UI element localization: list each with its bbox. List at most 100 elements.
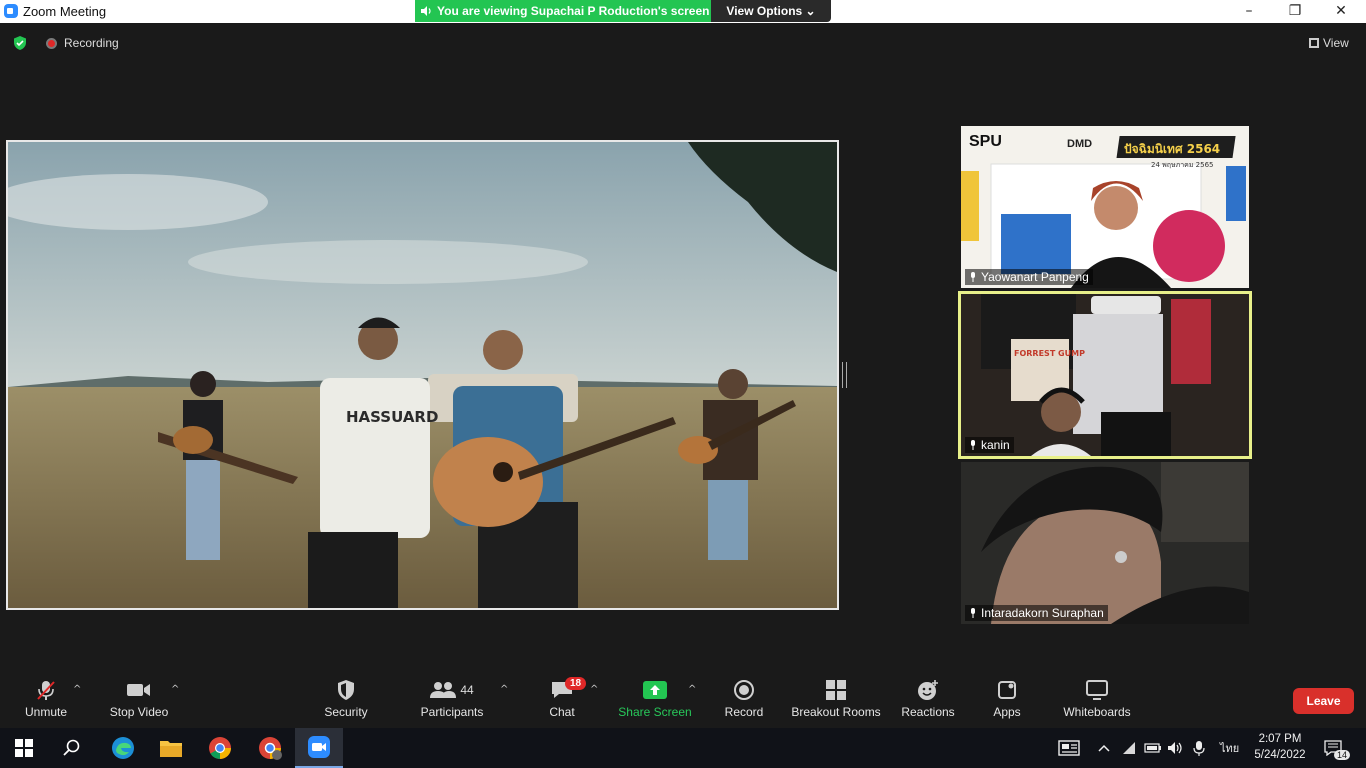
view-grid-icon xyxy=(1309,38,1319,48)
chat-label: Chat xyxy=(549,705,575,719)
folder-icon xyxy=(160,741,182,757)
chat-button[interactable]: 18 Chat xyxy=(537,675,587,728)
chrome-browser-icon xyxy=(209,737,231,759)
view-options-button[interactable]: View Options ⌄ xyxy=(711,0,831,22)
share-screen-label: Share Screen xyxy=(618,705,692,719)
apps-label: Apps xyxy=(993,705,1021,719)
participants-count: 44 xyxy=(460,683,474,697)
windows-logo-icon xyxy=(15,739,33,757)
video-options-caret[interactable]: ^ xyxy=(171,684,179,695)
input-language[interactable]: ไทย xyxy=(1220,728,1239,768)
unmute-label: Unmute xyxy=(24,705,68,719)
start-button[interactable] xyxy=(0,728,48,768)
taskbar-clock[interactable]: 2:07 PM 5/24/2022 xyxy=(1252,731,1308,763)
taskbar-zoom[interactable] xyxy=(295,728,343,768)
microphone-in-use-icon[interactable] xyxy=(1193,728,1205,768)
mic-icon xyxy=(971,608,975,618)
encryption-shield-icon[interactable] xyxy=(12,35,28,51)
shared-video-frame: HASSUARD xyxy=(8,142,837,608)
news-widget-icon[interactable] xyxy=(1058,728,1080,768)
meeting-toolbar: Unmute ^ Stop Video ^ Security 44 Partic… xyxy=(0,675,1366,728)
unmute-button[interactable]: Unmute xyxy=(16,675,76,728)
taskbar-chrome[interactable] xyxy=(196,728,244,768)
zoom-app-icon xyxy=(4,4,18,18)
taskbar-search-button[interactable] xyxy=(48,728,96,768)
taskbar-file-explorer[interactable] xyxy=(147,728,195,768)
edge-browser-icon xyxy=(112,737,134,759)
whiteboards-label: Whiteboards xyxy=(1063,705,1131,719)
security-button[interactable]: Security xyxy=(316,675,376,728)
record-icon xyxy=(734,680,754,700)
volume-icon[interactable] xyxy=(1167,728,1183,768)
stop-video-button[interactable]: Stop Video xyxy=(104,675,174,728)
panel-resize-handle[interactable] xyxy=(842,362,847,388)
breakout-rooms-label: Breakout Rooms xyxy=(791,705,881,719)
close-button[interactable]: ✕ xyxy=(1318,0,1364,23)
leave-meeting-button[interactable]: Leave xyxy=(1293,688,1354,714)
speaker-volume-icon xyxy=(1168,742,1182,754)
shared-screen-view[interactable]: HASSUARD xyxy=(6,140,839,610)
poster-text: FORREST GUMP xyxy=(1014,349,1085,358)
taskbar-chrome-profile[interactable] xyxy=(246,728,294,768)
reactions-button[interactable]: Reactions xyxy=(898,675,958,728)
whiteboards-button[interactable]: Whiteboards xyxy=(1058,675,1136,728)
participant-name: kanin xyxy=(981,438,1010,452)
participant-tile-active-speaker[interactable]: FORREST GUMP kanin xyxy=(958,291,1252,459)
participant-name: Yaowanart Panpeng xyxy=(981,270,1089,284)
clock-time: 2:07 PM xyxy=(1258,733,1302,745)
participant-video xyxy=(961,462,1249,624)
search-icon xyxy=(63,739,80,756)
share-screen-button[interactable]: Share Screen xyxy=(616,675,694,728)
security-shield-icon xyxy=(338,680,354,700)
clock-date: 5/24/2022 xyxy=(1254,749,1306,761)
participants-button[interactable]: 44 Participants xyxy=(416,675,488,728)
breakout-rooms-icon xyxy=(826,680,846,700)
notification-center-button[interactable]: 14 xyxy=(1324,728,1351,768)
chat-options-caret[interactable]: ^ xyxy=(590,684,598,695)
banner-text: You are viewing Supachai P Roduction's s… xyxy=(437,4,710,18)
participant-tile[interactable]: SPU DMD ปัจฉิมนิเทศ 2564 24 พฤษภาคม 2565… xyxy=(961,126,1249,288)
mic-icon xyxy=(971,440,975,450)
speaker-icon xyxy=(421,6,431,16)
brand-spu: SPU xyxy=(969,133,1002,150)
microphone-icon xyxy=(1193,741,1205,756)
battery-plug-icon xyxy=(1144,743,1161,753)
participant-tile[interactable]: Intaradakorn Suraphan xyxy=(961,462,1249,624)
apps-icon xyxy=(998,681,1016,699)
windows-taskbar: ไทย 2:07 PM 5/24/2022 14 xyxy=(0,728,1366,768)
reactions-label: Reactions xyxy=(901,705,955,719)
participant-name-tag: Intaradakorn Suraphan xyxy=(965,605,1108,621)
muted-mic-icon xyxy=(37,681,55,700)
news-icon xyxy=(1058,740,1080,756)
participants-options-caret[interactable]: ^ xyxy=(500,684,508,695)
zoom-meeting-window: Zoom Meeting You are viewing Supachai P … xyxy=(0,0,1366,768)
network-icon[interactable] xyxy=(1122,728,1138,768)
chevron-up-icon xyxy=(1098,744,1110,752)
participant-name-tag: Yaowanart Panpeng xyxy=(965,269,1093,285)
share-options-caret[interactable]: ^ xyxy=(688,684,696,695)
chrome-profile-icon xyxy=(259,737,282,760)
brand-dmd: DMD xyxy=(1067,138,1092,150)
stop-video-label: Stop Video xyxy=(109,705,169,719)
wifi-icon xyxy=(1123,742,1135,754)
audio-options-caret[interactable]: ^ xyxy=(73,684,81,695)
taskbar-edge[interactable] xyxy=(99,728,147,768)
zoom-app-icon xyxy=(308,736,330,758)
notification-count-badge: 14 xyxy=(1334,750,1351,760)
title-bar: Zoom Meeting You are viewing Supachai P … xyxy=(0,0,1366,23)
record-label: Record xyxy=(724,705,764,719)
show-hidden-icons-chevron[interactable] xyxy=(1098,728,1110,768)
record-button[interactable]: Record xyxy=(719,675,769,728)
event-date: 24 พฤษภาคม 2565 xyxy=(1151,161,1213,169)
window-title: Zoom Meeting xyxy=(23,4,107,19)
breakout-rooms-button[interactable]: Breakout Rooms xyxy=(791,675,881,728)
recording-label[interactable]: Recording xyxy=(64,36,119,50)
battery-icon[interactable] xyxy=(1144,728,1162,768)
screen-share-banner: You are viewing Supachai P Roduction's s… xyxy=(415,0,711,22)
minimize-button[interactable]: – xyxy=(1226,0,1272,23)
restore-button[interactable]: ❐ xyxy=(1272,0,1318,23)
apps-button[interactable]: Apps xyxy=(982,675,1032,728)
participant-name: Intaradakorn Suraphan xyxy=(981,606,1104,620)
share-screen-icon xyxy=(643,681,667,699)
view-button[interactable]: View xyxy=(1309,36,1349,50)
